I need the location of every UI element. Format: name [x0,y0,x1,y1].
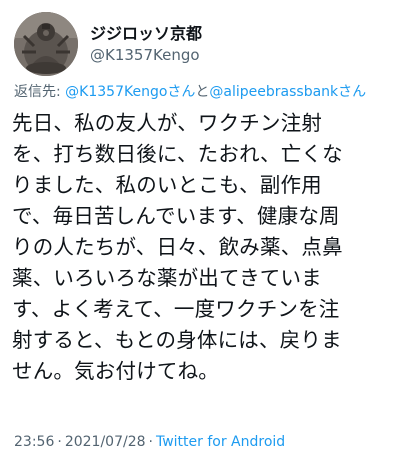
user-names: ジジロッソ京都 @K1357Kengo [90,23,202,66]
reply-mention-alipeebrassbank[interactable]: @alipeebrassbankさん [209,84,366,100]
tweet-source-link[interactable]: Twitter for Android [156,434,285,450]
display-name[interactable]: ジジロッソ京都 [90,23,202,45]
reply-prefix: 返信先: [14,84,66,100]
tweet-card: ジジロッソ京都 @K1357Kengo 返信先: @K1357Kengoさんと@… [0,0,420,468]
reply-joiner: と [195,84,210,100]
tweet-meta: 23:56 · 2021/07/28 · Twitter for Android [14,434,285,450]
user-handle[interactable]: @K1357Kengo [90,45,202,66]
tweet-header: ジジロッソ京都 @K1357Kengo [14,12,202,76]
avatar[interactable] [14,12,78,76]
tweet-time[interactable]: 23:56 [14,434,54,450]
reply-mention-k1357kengo[interactable]: @K1357Kengoさん [65,84,195,100]
meta-separator: · [57,434,62,450]
buddha-statue-avatar-image [14,12,78,76]
meta-separator: · [148,434,153,450]
reply-to-line: 返信先: @K1357Kengoさんと@alipeebrassbankさん [14,82,366,102]
tweet-text: 先日、私の友人が、ワクチン注射 を、打ち数日後に、たおれ、亡くな りました、私の… [12,111,343,383]
tweet-date[interactable]: 2021/07/28 [65,434,146,450]
